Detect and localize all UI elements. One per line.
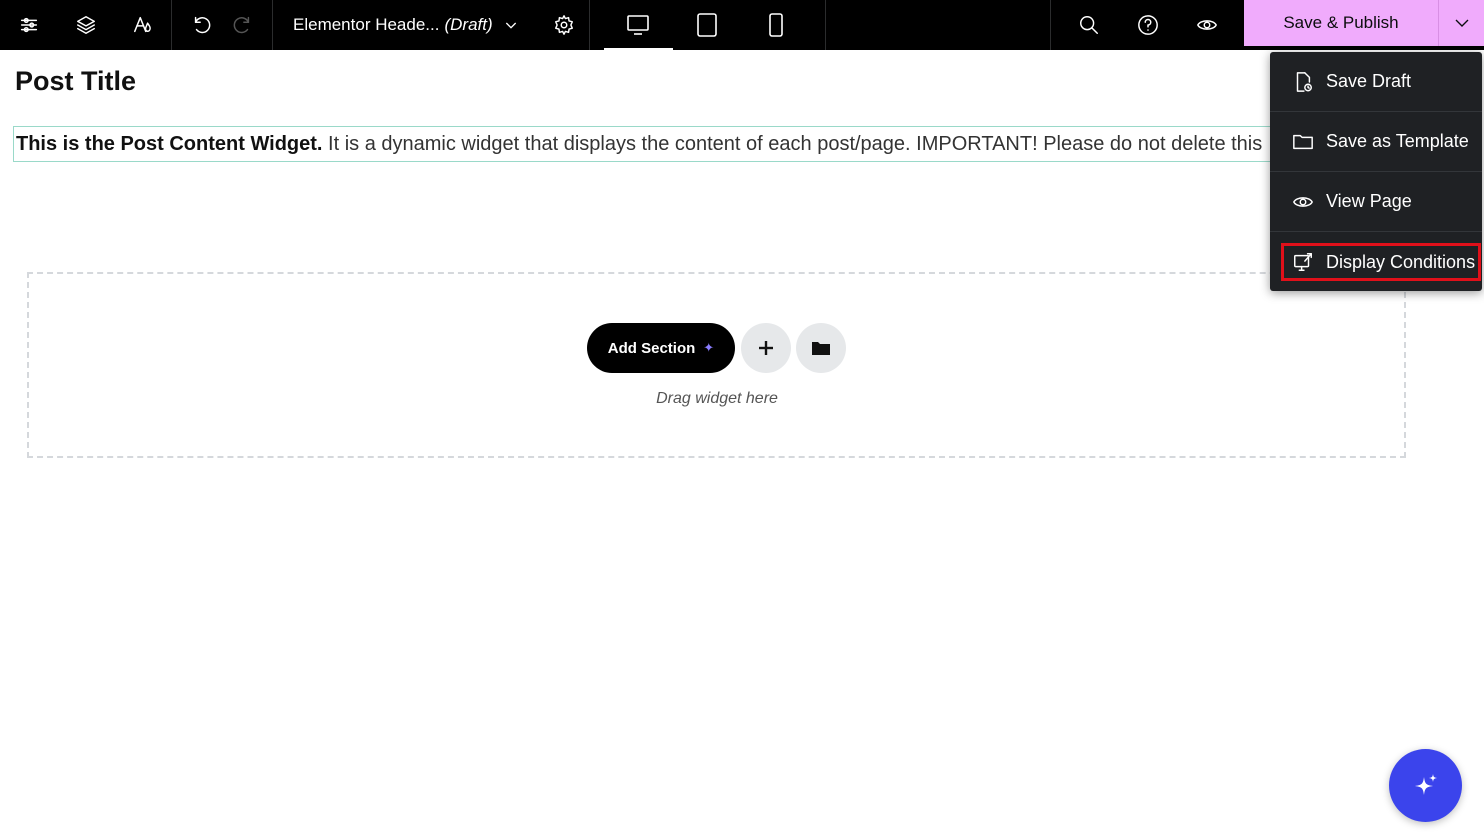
document-status: (Draft) [444, 15, 493, 34]
tablet-icon [697, 13, 717, 37]
folder-icon [1293, 134, 1313, 149]
post-content-text: It is a dynamic widget that displays the… [322, 133, 1263, 155]
save-as-template-label: Save as Template [1326, 131, 1469, 151]
sliders-icon [20, 17, 37, 33]
view-page-label: View Page [1326, 191, 1412, 211]
desktop-mode-button[interactable] [603, 0, 673, 50]
ai-sparkle-icon [1414, 773, 1437, 795]
document-title-dropdown[interactable]: Elementor Heade... (Draft) [273, 0, 539, 50]
help-icon [1137, 15, 1158, 35]
publish-group: Save & Publish [1244, 0, 1484, 46]
desktop-icon [627, 15, 649, 35]
eye-icon [1293, 196, 1313, 207]
help-button[interactable] [1118, 0, 1177, 50]
redo-button[interactable] [222, 0, 262, 50]
editor-top-bar: Elementor Heade... (Draft) Save & Publis… [0, 0, 1484, 50]
tablet-mode-button[interactable] [673, 0, 742, 50]
save-draft-item[interactable]: Save Draft [1270, 52, 1482, 112]
display-conditions-icon [1294, 253, 1312, 271]
undo-button[interactable] [182, 0, 222, 50]
typography-color-icon [133, 16, 151, 33]
save-draft-label: Save Draft [1326, 71, 1412, 91]
add-template-button[interactable] [796, 323, 846, 373]
add-section-label: Add Section [607, 339, 696, 357]
publish-options-menu: Save Draft Save as Template View Page Di… [1270, 52, 1482, 291]
chevron-down-icon [505, 22, 516, 29]
preview-button[interactable] [1177, 0, 1236, 50]
gear-icon [554, 15, 573, 35]
page-settings-button[interactable] [539, 0, 589, 50]
history-tools [172, 0, 273, 50]
save-draft-icon [1296, 71, 1312, 92]
ai-assistant-button[interactable] [1389, 749, 1462, 822]
document-title: Elementor Heade... [293, 15, 440, 34]
mobile-mode-button[interactable] [742, 0, 811, 50]
layers-icon [76, 16, 95, 34]
add-new-section-button[interactable] [741, 323, 791, 373]
undo-icon [194, 16, 211, 34]
eye-icon [1196, 20, 1217, 30]
post-content-bold: This is the Post Content Widget. [16, 133, 323, 155]
right-tools [1051, 0, 1244, 50]
drag-widget-hint: Drag widget here [656, 390, 778, 407]
save-as-template-item[interactable]: Save as Template [1270, 112, 1482, 172]
view-page-item[interactable]: View Page [1270, 172, 1482, 232]
chevron-down-icon [1455, 19, 1468, 27]
ai-sparkle-icon: ✦ [703, 340, 715, 355]
display-conditions-label: Display Conditions [1326, 251, 1476, 272]
search-icon [1079, 16, 1098, 34]
save-publish-button[interactable]: Save & Publish [1244, 0, 1438, 46]
document-section: Elementor Heade... (Draft) [273, 0, 590, 50]
display-conditions-item[interactable]: Display Conditions [1280, 242, 1482, 282]
post-content-widget[interactable]: This is the Post Content Widget. It is a… [13, 126, 1313, 162]
finder-button[interactable] [1059, 0, 1118, 50]
publish-options-toggle[interactable] [1438, 0, 1484, 46]
responsive-modes [590, 0, 826, 50]
add-section-button[interactable]: Add Section ✦ [587, 323, 735, 373]
plus-icon [759, 341, 773, 355]
redo-icon [233, 16, 250, 34]
structure-button[interactable] [57, 0, 114, 50]
global-styles-button[interactable] [114, 0, 171, 50]
folder-icon [812, 342, 830, 355]
site-settings-button[interactable] [0, 0, 57, 50]
topbar-spacer [826, 0, 1051, 50]
left-tools [0, 0, 172, 50]
post-title[interactable]: Post Title [15, 66, 136, 97]
mobile-icon [769, 13, 783, 37]
